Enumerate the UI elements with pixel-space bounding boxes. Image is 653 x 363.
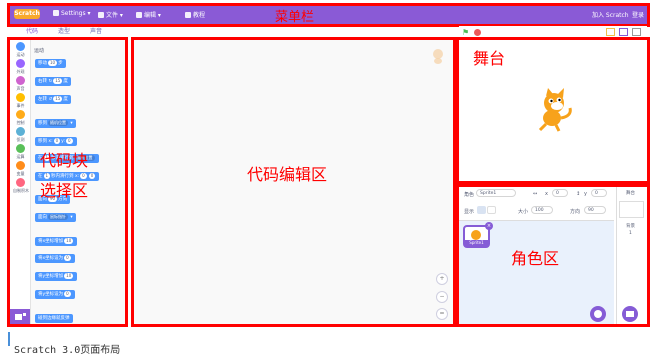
fullscreen-icon[interactable] [632,28,641,36]
green-flag-icon[interactable]: ⚑ [462,28,469,37]
codearea-highlight-box [131,37,456,327]
stage-highlight-box [456,37,650,184]
large-stage-icon[interactable] [619,28,628,36]
menubar-highlight-box [7,3,650,27]
caption-bar [8,332,10,346]
small-stage-icon[interactable] [606,28,615,36]
tab-costumes-label: 造型 [58,28,71,35]
palette-highlight-box [7,37,128,327]
tab-code-label: 代码 [26,28,39,35]
sprite-highlight-box [456,184,650,327]
tab-sounds-label: 声音 [90,28,103,35]
stop-icon[interactable] [474,29,481,36]
figure-caption: Scratch 3.0页面布局 [14,345,121,356]
